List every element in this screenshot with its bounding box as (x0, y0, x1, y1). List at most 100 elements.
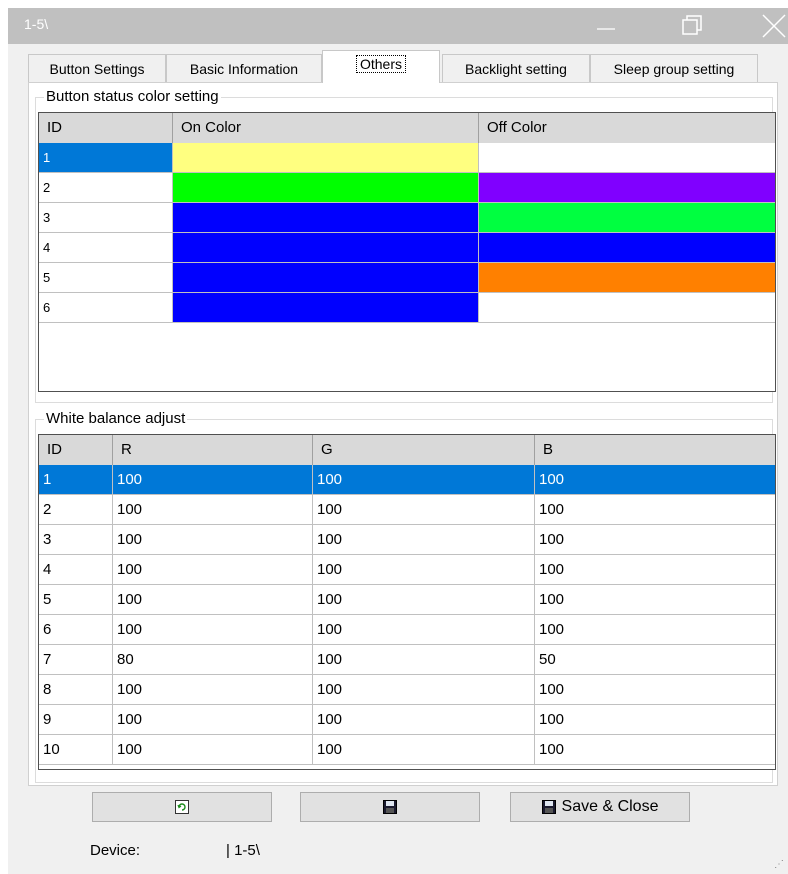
cell-r[interactable]: 100 (113, 735, 313, 765)
cell-id[interactable]: 7 (39, 645, 113, 675)
floppy-disk-icon (541, 800, 556, 814)
cell-r[interactable]: 100 (113, 615, 313, 645)
cell-on-color-swatch[interactable] (173, 263, 479, 293)
column-header-b[interactable]: B (535, 435, 775, 465)
table-row[interactable]: 2 (39, 173, 775, 203)
cell-id[interactable]: 4 (39, 233, 173, 263)
cell-g[interactable]: 100 (313, 585, 535, 615)
cell-r[interactable]: 100 (113, 465, 313, 495)
column-header-off-color[interactable]: Off Color (479, 113, 775, 143)
cell-on-color-swatch[interactable] (173, 143, 479, 173)
table-row[interactable]: 5 (39, 263, 775, 293)
table-row[interactable]: 3 (39, 203, 775, 233)
cell-b[interactable]: 100 (535, 615, 775, 645)
cell-id[interactable]: 10 (39, 735, 113, 765)
table-row[interactable]: 1 (39, 143, 775, 173)
button-color-grid[interactable]: ID On Color Off Color 123456 (38, 112, 776, 392)
cell-off-color-swatch[interactable] (479, 173, 775, 203)
table-row[interactable]: 4 (39, 233, 775, 263)
table-row[interactable]: 5 100 100 100 (39, 585, 775, 615)
table-row[interactable]: 6 100 100 100 (39, 615, 775, 645)
cell-id[interactable]: 6 (39, 293, 173, 323)
cell-id[interactable]: 6 (39, 615, 113, 645)
tab-basic-information[interactable]: Basic Information (166, 54, 322, 82)
cell-g[interactable]: 100 (313, 705, 535, 735)
cell-on-color-swatch[interactable] (173, 233, 479, 263)
tab-sleep-group-setting[interactable]: Sleep group setting (590, 54, 758, 82)
table-row[interactable]: 9 100 100 100 (39, 705, 775, 735)
table-row[interactable]: 2 100 100 100 (39, 495, 775, 525)
cell-b[interactable]: 100 (535, 705, 775, 735)
cell-id[interactable]: 4 (39, 555, 113, 585)
cell-g[interactable]: 100 (313, 735, 535, 765)
cell-r[interactable]: 100 (113, 705, 313, 735)
cell-g[interactable]: 100 (313, 645, 535, 675)
tab-backlight-setting[interactable]: Backlight setting (442, 54, 590, 82)
cell-id[interactable]: 2 (39, 173, 173, 203)
table-row[interactable]: 8 100 100 100 (39, 675, 775, 705)
cell-off-color-swatch[interactable] (479, 203, 775, 233)
cell-id[interactable]: 1 (39, 143, 173, 173)
cell-g[interactable]: 100 (313, 525, 535, 555)
refresh-button[interactable] (92, 792, 272, 822)
column-header-on-color[interactable]: On Color (173, 113, 479, 143)
cell-r[interactable]: 80 (113, 645, 313, 675)
cell-on-color-swatch[interactable] (173, 203, 479, 233)
cell-b[interactable]: 100 (535, 675, 775, 705)
cell-on-color-swatch[interactable] (173, 173, 479, 203)
white-balance-grid[interactable]: ID R G B 1 100 100 100 2 100 100 100 3 100 100 100 4… (38, 434, 776, 770)
grid-header: ID R G B (39, 435, 775, 466)
table-row[interactable]: 6 (39, 293, 775, 323)
restore-button[interactable] (668, 8, 716, 44)
cell-id[interactable]: 3 (39, 525, 113, 555)
cell-r[interactable]: 100 (113, 555, 313, 585)
resize-grip-icon[interactable]: ⋰ (774, 859, 784, 870)
column-header-r[interactable]: R (113, 435, 313, 465)
save-and-close-button[interactable]: Save & Close (510, 792, 690, 822)
cell-r[interactable]: 100 (113, 585, 313, 615)
cell-id[interactable]: 8 (39, 675, 113, 705)
column-header-g[interactable]: G (313, 435, 535, 465)
cell-r[interactable]: 100 (113, 675, 313, 705)
cell-b[interactable]: 100 (535, 465, 775, 495)
cell-off-color-swatch[interactable] (479, 263, 775, 293)
cell-off-color-swatch[interactable] (479, 143, 775, 173)
cell-g[interactable]: 100 (313, 615, 535, 645)
cell-b[interactable]: 100 (535, 525, 775, 555)
cell-b[interactable]: 100 (535, 555, 775, 585)
table-row[interactable]: 1 100 100 100 (39, 465, 775, 495)
cell-id[interactable]: 1 (39, 465, 113, 495)
cell-on-color-swatch[interactable] (173, 293, 479, 323)
cell-id[interactable]: 9 (39, 705, 113, 735)
cell-g[interactable]: 100 (313, 555, 535, 585)
title-bar[interactable]: 1-5\ (8, 8, 788, 44)
main-window: 1-5\ Button Settings Basic Information O… (8, 8, 788, 874)
cell-id[interactable]: 5 (39, 585, 113, 615)
floppy-disk-icon (383, 800, 397, 814)
table-row[interactable]: 10 100 100 100 (39, 735, 775, 765)
cell-id[interactable]: 2 (39, 495, 113, 525)
table-row[interactable]: 4 100 100 100 (39, 555, 775, 585)
cell-b[interactable]: 50 (535, 645, 775, 675)
cell-id[interactable]: 3 (39, 203, 173, 233)
save-button[interactable] (300, 792, 480, 822)
cell-b[interactable]: 100 (535, 495, 775, 525)
cell-id[interactable]: 5 (39, 263, 173, 293)
tab-others[interactable]: Others (322, 50, 440, 83)
cell-b[interactable]: 100 (535, 735, 775, 765)
cell-off-color-swatch[interactable] (479, 233, 775, 263)
cell-off-color-swatch[interactable] (479, 293, 775, 323)
cell-g[interactable]: 100 (313, 465, 535, 495)
close-button[interactable] (750, 8, 788, 44)
column-header-id[interactable]: ID (39, 435, 113, 465)
table-row[interactable]: 7 80 100 50 (39, 645, 775, 675)
minimize-button[interactable] (582, 8, 630, 44)
cell-g[interactable]: 100 (313, 675, 535, 705)
cell-r[interactable]: 100 (113, 525, 313, 555)
tab-button-settings[interactable]: Button Settings (28, 54, 166, 82)
cell-r[interactable]: 100 (113, 495, 313, 525)
table-row[interactable]: 3 100 100 100 (39, 525, 775, 555)
cell-b[interactable]: 100 (535, 585, 775, 615)
cell-g[interactable]: 100 (313, 495, 535, 525)
column-header-id[interactable]: ID (39, 113, 173, 143)
